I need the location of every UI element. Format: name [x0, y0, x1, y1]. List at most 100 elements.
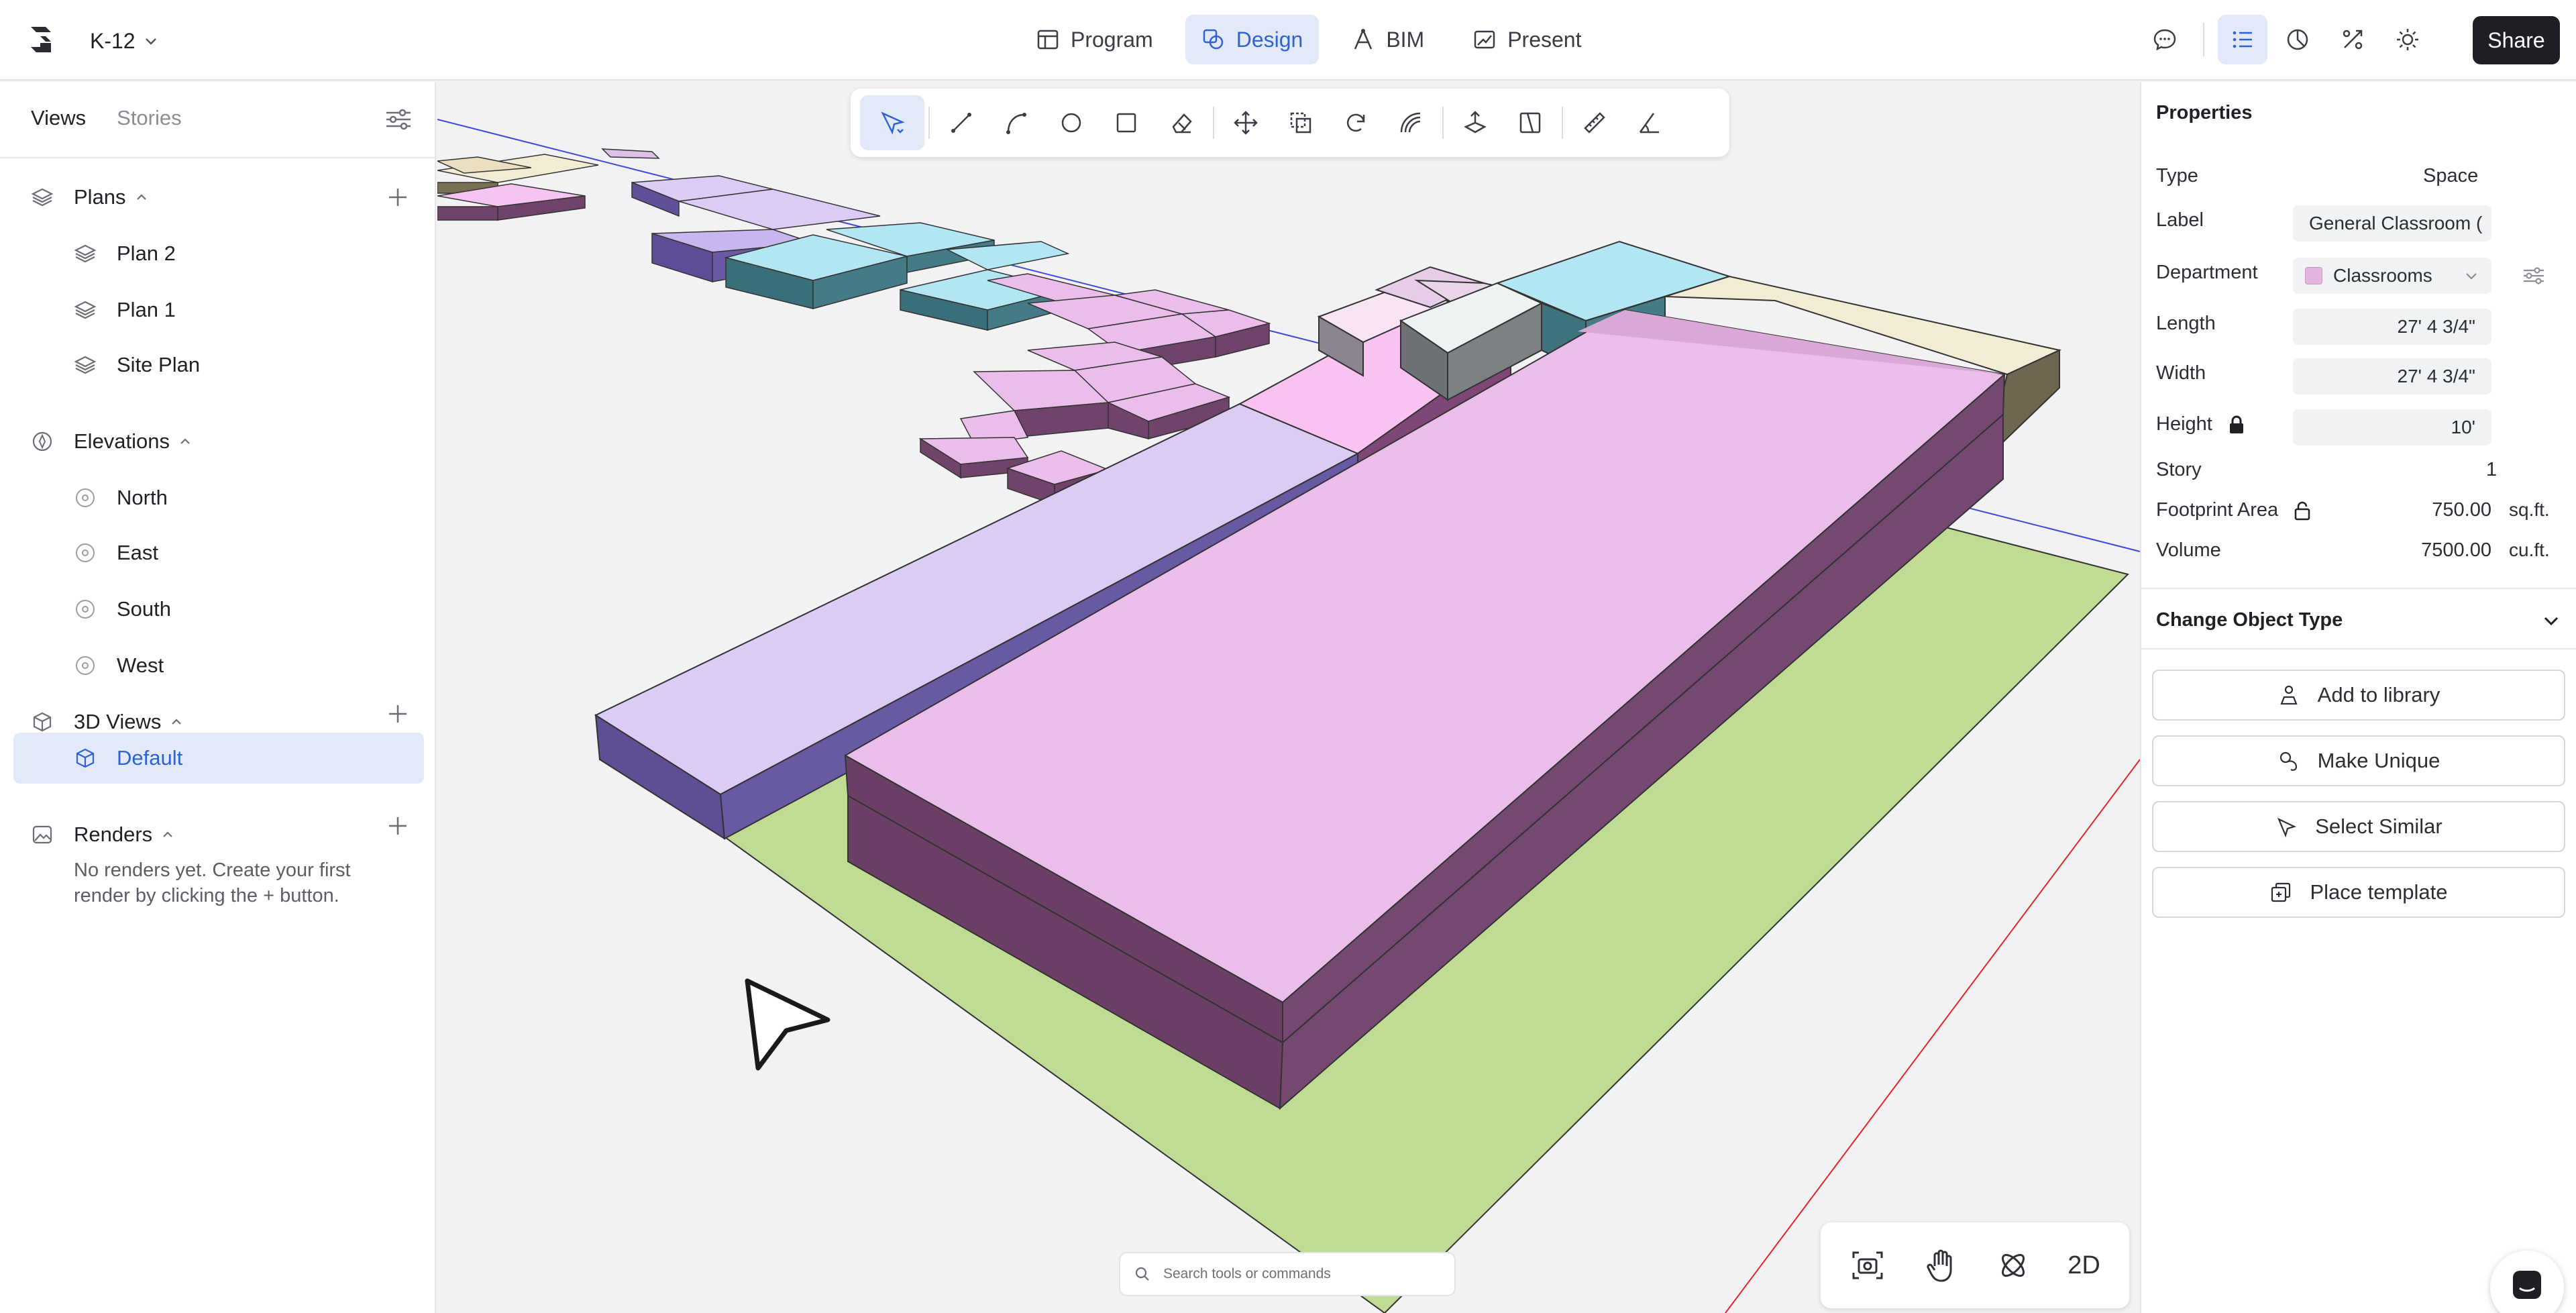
filter-settings-icon[interactable] [384, 105, 413, 134]
comments-button[interactable] [2140, 15, 2190, 64]
move-tool[interactable] [1218, 95, 1273, 150]
drawing-toolbar [851, 89, 1729, 157]
chevron-up-icon [163, 831, 172, 837]
tab-present[interactable]: Present [1456, 15, 1597, 64]
length-field[interactable]: 27' 4 3/4" [2293, 309, 2491, 345]
plan-item[interactable]: Plan 1 [74, 290, 176, 330]
elevation-item[interactable]: North [74, 478, 168, 518]
department-select[interactable]: Classrooms [2293, 258, 2491, 294]
3d-viewport[interactable]: Search tools or commands 2D [437, 82, 2140, 1313]
push-pull-icon [1464, 111, 1487, 134]
app-logo[interactable] [25, 23, 56, 56]
rectangle-tool[interactable] [1099, 95, 1154, 150]
make-unique-icon [2279, 751, 2297, 771]
offset-tool[interactable] [1383, 95, 1438, 150]
tab-views[interactable]: Views [31, 106, 86, 130]
camera-capture-icon[interactable] [1849, 1247, 1886, 1283]
orbit-icon[interactable] [1995, 1247, 2031, 1283]
eraser-tool[interactable] [1154, 95, 1209, 150]
elevation-item[interactable]: East [74, 533, 158, 573]
elevation-label: South [117, 597, 172, 621]
share-button[interactable]: Share [2473, 16, 2560, 64]
tab-program[interactable]: Program [1020, 15, 1169, 64]
rectangle-icon [1116, 113, 1136, 133]
split-tool[interactable] [1503, 95, 1558, 150]
lock-open-icon[interactable] [2293, 501, 2312, 521]
divider [0, 157, 435, 158]
pan-hand-icon[interactable] [1923, 1247, 1959, 1283]
plan-item[interactable]: Plan 2 [74, 233, 176, 274]
push-pull-tool[interactable] [1448, 95, 1503, 150]
view-label: Default [117, 746, 183, 770]
height-field[interactable]: 10' [2293, 409, 2491, 445]
layers-icon [74, 244, 97, 263]
section-renders[interactable]: Renders [31, 815, 175, 855]
chevron-down-icon[interactable] [2541, 611, 2561, 631]
tab-bim[interactable]: BIM [1335, 15, 1440, 64]
2d-toggle-button[interactable]: 2D [2068, 1251, 2100, 1280]
elevation-label: West [117, 653, 164, 677]
line-tool[interactable] [934, 95, 989, 150]
elevation-item[interactable]: West [74, 645, 164, 686]
label-field[interactable]: General Classroom ( [2293, 205, 2491, 242]
properties-panel: Properties Type Space Label General Clas… [2140, 82, 2576, 1313]
add-to-library-button[interactable]: Add to library [2152, 670, 2565, 721]
select-similar-button[interactable]: Select Similar [2152, 801, 2565, 852]
elevation-icon [76, 488, 95, 507]
add-3d-view-icon[interactable] [385, 701, 411, 727]
command-search[interactable]: Search tools or commands [1119, 1252, 1456, 1296]
circle-tool[interactable] [1044, 95, 1099, 150]
place-template-button[interactable]: Place template [2152, 867, 2565, 918]
measure-tool[interactable] [1567, 95, 1622, 150]
elevation-label: East [117, 541, 159, 564]
split-icon [1519, 112, 1541, 134]
circle-icon [1061, 113, 1081, 133]
select-tool[interactable] [860, 95, 924, 150]
3d-model-scene[interactable] [437, 82, 2140, 1313]
project-selector[interactable]: K-12 [90, 25, 158, 56]
top-bar: K-12 Program Design BIM Present Share [0, 0, 2576, 81]
tab-design[interactable]: Design [1185, 15, 1320, 64]
theme-button[interactable] [2383, 15, 2432, 64]
height-label: Height [2156, 413, 2212, 435]
length-label: Length [2156, 313, 2216, 334]
properties-list-button[interactable] [2218, 15, 2267, 64]
copy-tool[interactable] [1273, 95, 1328, 150]
cube-icon [76, 748, 95, 768]
theme-icon [2397, 29, 2418, 50]
divider [2203, 23, 2204, 56]
views-tabs: Views Stories [31, 106, 182, 130]
tools-button[interactable] [2328, 15, 2377, 64]
plan-item[interactable]: Site Plan [74, 345, 200, 385]
width-label: Width [2156, 362, 2206, 384]
tab-stories[interactable]: Stories [117, 106, 181, 130]
elevation-label: North [117, 486, 168, 509]
analytics-button[interactable] [2273, 15, 2322, 64]
button-label: Make Unique [2317, 749, 2440, 772]
measure-icon [1584, 112, 1605, 134]
section-label: Renders [74, 823, 153, 846]
footprint-unit: sq.ft. [2509, 499, 2550, 520]
make-unique-button[interactable]: Make Unique [2152, 735, 2565, 786]
angle-tool[interactable] [1622, 95, 1677, 150]
width-field[interactable]: 27' 4 3/4" [2293, 358, 2491, 395]
volume-label: Volume [2156, 539, 2221, 561]
bim-icon [1354, 29, 1373, 50]
section-plans[interactable]: Plans [31, 177, 149, 217]
select-icon [881, 111, 905, 135]
chevron-down-icon [145, 38, 156, 45]
elevation-icon [76, 543, 95, 562]
add-render-icon[interactable] [385, 813, 411, 839]
elevation-item[interactable]: South [74, 589, 171, 629]
rotate-tool[interactable] [1328, 95, 1383, 150]
change-object-type-label[interactable]: Change Object Type [2156, 609, 2343, 631]
chat-icon [2513, 1271, 2541, 1299]
button-label: Place template [2310, 880, 2448, 904]
lock-closed-icon[interactable] [2227, 415, 2246, 435]
department-settings-icon[interactable] [2521, 263, 2546, 288]
arc-tool[interactable] [989, 95, 1044, 150]
view-item-default[interactable]: Default [74, 738, 182, 778]
plan-label: Plan 1 [117, 298, 176, 321]
section-elevations[interactable]: Elevations [31, 421, 193, 462]
add-plan-icon[interactable] [385, 185, 411, 210]
